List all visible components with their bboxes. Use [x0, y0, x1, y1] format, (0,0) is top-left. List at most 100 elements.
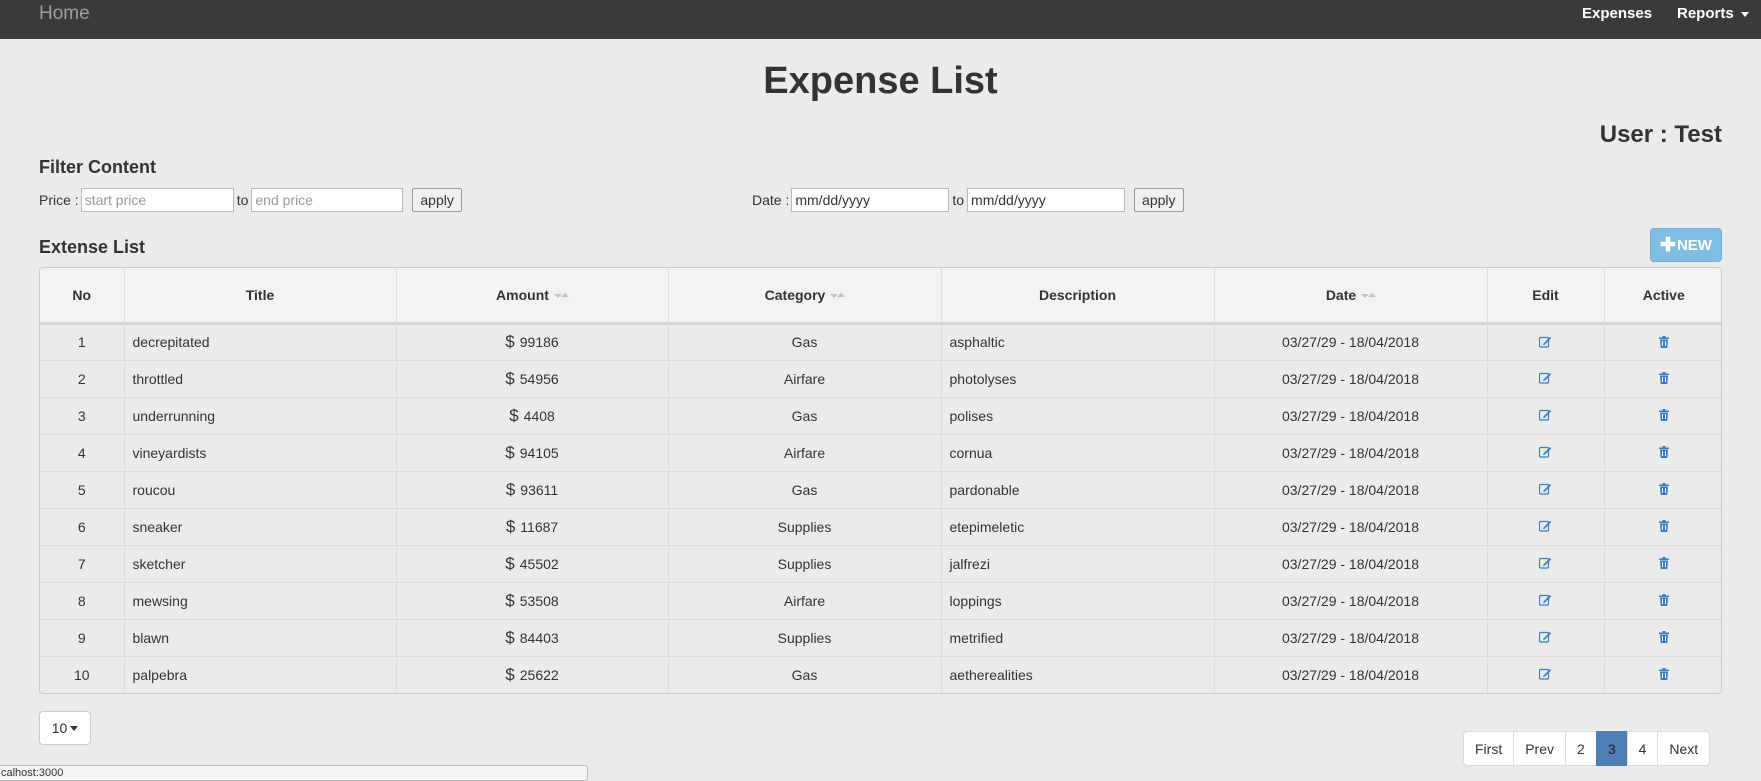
- table-row: 1 decrepitated $99186 Gas asphaltic 03/27/29 …: [40, 323, 1721, 361]
- price-to-label: to: [236, 192, 249, 208]
- column-header-title: Title: [124, 268, 397, 325]
- cell-amount: $54956: [396, 360, 669, 398]
- cell-title: sketcher: [124, 545, 397, 583]
- edit-icon[interactable]: [1538, 482, 1552, 498]
- table-row: 3 underrunning $4408 Gas polises 03/27/29 - 1…: [40, 397, 1721, 435]
- start-price-input[interactable]: [80, 188, 234, 212]
- cell-date: 03/27/29 - 18/04/2018: [1214, 619, 1488, 657]
- currency-symbol: $: [505, 442, 515, 462]
- nav-reports-label: Reports: [1677, 5, 1734, 22]
- cell-no: 9: [40, 619, 125, 657]
- edit-icon[interactable]: [1538, 667, 1552, 683]
- sort-icon: [553, 292, 569, 300]
- nav-home-link[interactable]: Home: [39, 3, 90, 25]
- column-header-amount[interactable]: Amount: [396, 268, 669, 325]
- cell-amount: $93611: [396, 471, 669, 509]
- pagination: First Prev 2 3 4 Next: [1463, 731, 1711, 766]
- cell-no: 8: [40, 582, 125, 620]
- end-date-input[interactable]: [967, 188, 1126, 212]
- cell-active: [1604, 434, 1721, 472]
- page-size-dropdown[interactable]: 10: [39, 711, 91, 745]
- page-button-3[interactable]: 3: [1595, 731, 1628, 766]
- cell-title: mewsing: [124, 582, 397, 620]
- page-button-prev[interactable]: Prev: [1513, 731, 1567, 766]
- column-header-active: Active: [1604, 268, 1721, 325]
- currency-symbol: $: [509, 405, 519, 425]
- amount-value: 84403: [519, 629, 559, 646]
- amount-value: 4408: [523, 407, 555, 424]
- table-row: 9 blawn $84403 Supplies metrified 03/27/29 - …: [40, 619, 1721, 657]
- new-expense-button[interactable]: ✚ NEW: [1650, 228, 1722, 262]
- table-row: 5 roucou $93611 Gas pardonable 03/27/29 - 18/…: [40, 471, 1721, 509]
- start-date-input[interactable]: [791, 188, 950, 212]
- edit-icon[interactable]: [1538, 556, 1552, 572]
- column-header-category[interactable]: Category: [668, 268, 942, 325]
- edit-icon[interactable]: [1538, 593, 1552, 609]
- cell-description: jalfrezi: [941, 545, 1215, 583]
- trash-icon[interactable]: [1658, 482, 1669, 498]
- page-button-2[interactable]: 2: [1565, 731, 1597, 766]
- page-button-first[interactable]: First: [1463, 731, 1515, 766]
- cell-date: 03/27/29 - 18/04/2018: [1214, 656, 1488, 693]
- cell-amount: $25622: [396, 656, 669, 693]
- cell-date: 03/27/29 - 18/04/2018: [1214, 471, 1488, 509]
- trash-icon[interactable]: [1658, 556, 1669, 572]
- date-apply-button[interactable]: apply: [1134, 188, 1184, 212]
- trash-icon[interactable]: [1658, 335, 1669, 351]
- cell-active: [1604, 360, 1721, 398]
- currency-symbol: $: [505, 590, 515, 610]
- end-price-input[interactable]: [251, 188, 404, 212]
- trash-icon[interactable]: [1658, 445, 1669, 461]
- edit-icon[interactable]: [1538, 408, 1552, 424]
- date-filter: Date : to apply: [752, 188, 1184, 212]
- table-header-row: No Title Amount Category Description Dat…: [40, 268, 1721, 325]
- column-header-date[interactable]: Date: [1214, 268, 1488, 325]
- cell-active: [1604, 508, 1721, 546]
- amount-value: 93611: [520, 481, 559, 498]
- cell-active: [1604, 619, 1721, 657]
- column-header-category-label: Category: [764, 286, 826, 303]
- plus-icon: ✚: [1660, 234, 1676, 256]
- nav-expenses-link[interactable]: Expenses: [1582, 5, 1652, 22]
- cell-category: Supplies: [668, 545, 942, 583]
- cell-date: 03/27/29 - 18/04/2018: [1214, 360, 1488, 398]
- cell-description: metrified: [941, 619, 1215, 657]
- cell-no: 2: [40, 360, 125, 398]
- edit-icon[interactable]: [1538, 445, 1552, 461]
- amount-value: 45502: [519, 555, 559, 572]
- amount-value: 54956: [519, 370, 559, 387]
- trash-icon[interactable]: [1658, 630, 1669, 646]
- page-button-4[interactable]: 4: [1626, 731, 1659, 766]
- edit-icon[interactable]: [1538, 371, 1552, 387]
- cell-date: 03/27/29 - 18/04/2018: [1214, 508, 1488, 546]
- cell-date: 03/27/29 - 18/04/2018: [1214, 545, 1488, 583]
- cell-category: Airfare: [668, 360, 942, 398]
- cell-edit: [1487, 508, 1605, 546]
- sort-icon: [830, 292, 846, 300]
- cell-title: throttled: [124, 360, 397, 398]
- nav-reports-dropdown[interactable]: Reports: [1677, 5, 1749, 22]
- trash-icon[interactable]: [1658, 667, 1669, 683]
- column-header-edit: Edit: [1487, 268, 1605, 325]
- trash-icon[interactable]: [1658, 593, 1669, 609]
- trash-icon[interactable]: [1658, 408, 1669, 424]
- cell-amount: $53508: [396, 582, 669, 620]
- edit-icon[interactable]: [1538, 335, 1552, 351]
- cell-category: Gas: [668, 323, 942, 361]
- cell-active: [1604, 471, 1721, 509]
- trash-icon[interactable]: [1658, 519, 1669, 535]
- trash-icon[interactable]: [1658, 371, 1669, 387]
- page-button-next[interactable]: Next: [1657, 731, 1711, 766]
- cell-category: Gas: [668, 471, 942, 509]
- column-header-no: No: [40, 268, 125, 325]
- cell-active: [1604, 397, 1721, 435]
- edit-icon[interactable]: [1538, 630, 1552, 646]
- cell-edit: [1487, 323, 1605, 361]
- edit-icon[interactable]: [1538, 519, 1552, 535]
- cell-edit: [1487, 397, 1605, 435]
- cell-category: Gas: [668, 656, 942, 693]
- cell-edit: [1487, 471, 1605, 509]
- cell-no: 7: [40, 545, 125, 583]
- price-apply-button[interactable]: apply: [412, 188, 462, 212]
- cell-category: Supplies: [668, 619, 942, 657]
